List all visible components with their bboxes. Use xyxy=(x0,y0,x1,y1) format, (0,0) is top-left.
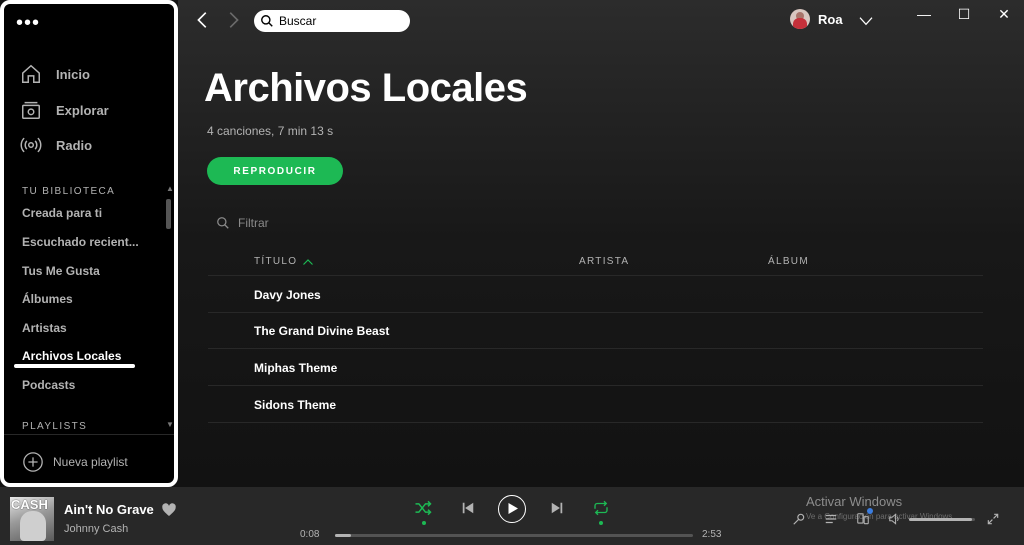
sort-ascending-icon xyxy=(303,258,314,265)
search-icon xyxy=(261,15,273,27)
user-name: Roa xyxy=(818,11,843,27)
device-indicator-dot xyxy=(867,508,873,514)
home-icon xyxy=(22,64,40,83)
progress-fill xyxy=(335,534,352,537)
column-header-album[interactable]: ÁLBUM xyxy=(768,256,809,267)
scroll-up-arrow[interactable]: ▲ xyxy=(166,184,174,193)
play-all-button[interactable]: REPRODUCIR xyxy=(207,157,343,185)
heart-icon[interactable] xyxy=(161,502,177,518)
browse-icon xyxy=(22,101,40,119)
player-bar: CASH Ain't No Grave Johnny Cash 0:08 2:5… xyxy=(0,487,1024,545)
nav-item-explorar[interactable]: Explorar xyxy=(20,96,109,124)
cover-portrait xyxy=(20,511,46,541)
shuffle-active-dot xyxy=(422,521,426,525)
queue-icon[interactable] xyxy=(824,512,838,526)
radio-icon xyxy=(20,137,42,153)
search-box[interactable] xyxy=(254,10,410,32)
menu-dots-button[interactable]: ••• xyxy=(16,13,40,33)
library-item-tus-me-gusta[interactable]: Tus Me Gusta xyxy=(22,264,100,278)
total-time: 2:53 xyxy=(702,529,722,540)
nav-item-radio[interactable]: Radio xyxy=(20,131,92,159)
chevron-down-icon[interactable] xyxy=(858,13,874,29)
sidebar-divider xyxy=(4,434,174,435)
new-playlist-label: Nueva playlist xyxy=(53,455,128,469)
filter-placeholder: Filtrar xyxy=(238,216,269,230)
scroll-down-arrow[interactable]: ▼ xyxy=(166,420,174,429)
sidebar-scrollbar[interactable] xyxy=(166,199,171,229)
progress-bar[interactable] xyxy=(335,534,693,537)
close-button[interactable]: ✕ xyxy=(984,0,1024,28)
library-item-creada-para-ti[interactable]: Creada para ti xyxy=(22,206,102,220)
column-title-label: TÍTULO xyxy=(254,256,298,267)
library-heading: TU BIBLIOTECA xyxy=(22,186,116,197)
library-item-escuchado-recientemente[interactable]: Escuchado recient... xyxy=(22,235,139,249)
main-content: Roa — ☐ ✕ Archivos Locales 4 canciones, … xyxy=(178,0,1024,487)
forward-arrow-icon[interactable] xyxy=(222,9,244,31)
sidebar: ••• Inicio Explorar Radio TU BIBLIOTECA … xyxy=(0,0,178,487)
active-item-underline xyxy=(14,364,135,368)
play-icon xyxy=(508,503,518,514)
fullscreen-icon[interactable] xyxy=(986,512,1000,526)
track-row-title[interactable]: Davy Jones xyxy=(254,288,321,302)
new-playlist-button[interactable]: Nueva playlist xyxy=(22,451,128,473)
window-controls: — ☐ ✕ xyxy=(904,0,1024,28)
minimize-button[interactable]: — xyxy=(904,0,944,28)
back-arrow-icon[interactable] xyxy=(192,9,214,31)
library-item-albumes[interactable]: Álbumes xyxy=(22,292,73,306)
next-track-icon[interactable] xyxy=(550,501,564,515)
page-title: Archivos Locales xyxy=(204,66,528,110)
user-menu[interactable]: Roa xyxy=(790,9,843,29)
nav-item-inicio[interactable]: Inicio xyxy=(20,60,90,88)
playlists-heading: PLAYLISTS xyxy=(22,421,88,432)
repeat-active-dot xyxy=(599,521,603,525)
lyrics-mic-icon[interactable] xyxy=(792,512,806,526)
track-row-title[interactable]: Miphas Theme xyxy=(254,361,337,375)
play-pause-button[interactable] xyxy=(498,495,526,523)
maximize-button[interactable]: ☐ xyxy=(944,0,984,28)
nav-item-label: Radio xyxy=(56,137,93,153)
page-meta: 4 canciones, 7 min 13 s xyxy=(207,124,334,138)
avatar xyxy=(790,9,810,29)
column-header-artist[interactable]: ARTISTA xyxy=(579,256,629,267)
library-item-artistas[interactable]: Artistas xyxy=(22,321,67,335)
track-row-title[interactable]: The Grand Divine Beast xyxy=(254,324,389,338)
volume-icon[interactable] xyxy=(888,512,902,526)
track-row-title[interactable]: Sidons Theme xyxy=(254,398,336,412)
row-divider xyxy=(208,275,983,276)
row-divider xyxy=(208,312,983,313)
previous-track-icon[interactable] xyxy=(461,501,475,515)
row-divider xyxy=(208,348,983,349)
volume-fill xyxy=(909,518,972,521)
devices-icon[interactable] xyxy=(856,512,870,526)
repeat-icon[interactable] xyxy=(591,499,611,517)
volume-slider[interactable] xyxy=(909,518,975,521)
row-divider xyxy=(208,385,983,386)
cover-text: CASH xyxy=(11,497,48,512)
album-cover[interactable]: CASH xyxy=(10,497,54,541)
shuffle-icon[interactable] xyxy=(413,498,433,518)
now-playing-title[interactable]: Ain't No Grave xyxy=(64,502,154,517)
search-icon xyxy=(217,217,229,229)
plus-circle-icon xyxy=(23,452,43,472)
search-input[interactable] xyxy=(279,14,399,28)
filter-field[interactable]: Filtrar xyxy=(216,216,269,230)
row-divider xyxy=(208,422,983,423)
column-header-title[interactable]: TÍTULO xyxy=(254,256,314,267)
windows-activation-watermark: Activar Windows xyxy=(806,494,903,509)
library-item-archivos-locales[interactable]: Archivos Locales xyxy=(22,349,121,363)
library-item-podcasts[interactable]: Podcasts xyxy=(22,378,75,392)
now-playing-artist[interactable]: Johnny Cash xyxy=(64,523,128,535)
nav-item-label: Inicio xyxy=(56,66,90,82)
nav-item-label: Explorar xyxy=(56,102,109,118)
elapsed-time: 0:08 xyxy=(300,529,320,540)
